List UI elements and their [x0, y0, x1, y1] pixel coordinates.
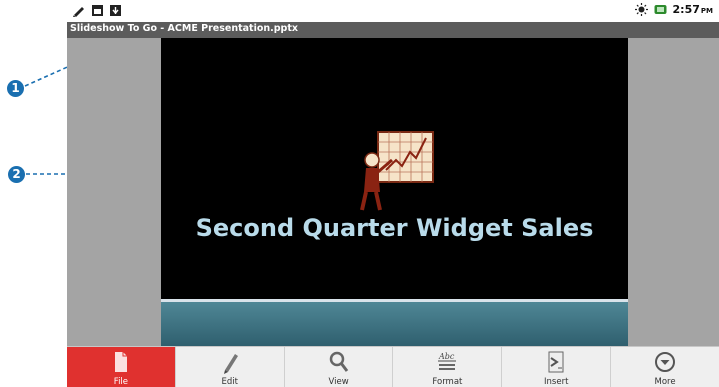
notification-icons — [73, 4, 122, 17]
callout-2: 2 — [8, 166, 25, 183]
more-icon — [655, 352, 676, 372]
toolbar-edit-button[interactable]: Edit — [176, 347, 285, 387]
slide-margin-right — [628, 38, 719, 346]
toolbar-view-label: View — [328, 377, 349, 387]
magnifier-icon — [329, 351, 348, 372]
toolbar-insert-button[interactable]: Insert — [502, 347, 612, 387]
bottom-toolbar: File Edit View Abc Format Insert More — [67, 346, 719, 387]
system-status: 2:57PM — [634, 3, 713, 16]
chart-presenter-clipart — [360, 131, 434, 211]
toolbar-format-button[interactable]: Abc Format — [393, 347, 503, 387]
slide-title: Second Quarter Widget Sales — [195, 214, 594, 242]
clock: 2:57PM — [673, 3, 713, 16]
slide-margin-left — [67, 38, 161, 346]
battery-icon — [654, 5, 667, 14]
svg-text:Abc: Abc — [438, 352, 455, 361]
insert-icon — [548, 351, 564, 373]
toolbar-file-label: File — [113, 377, 129, 387]
format-icon: Abc — [438, 352, 457, 370]
clock-ampm: PM — [700, 7, 713, 15]
document-notification-icon — [92, 5, 103, 16]
toolbar-edit-label: Edit — [221, 377, 238, 387]
toolbar-insert-label: Insert — [544, 377, 569, 387]
usb-notification-icon — [110, 5, 121, 16]
toolbar-more-label: More — [654, 377, 676, 387]
slide-viewport[interactable]: Second Quarter Widget Sales — [67, 38, 719, 346]
device-screen: 2:57PM Slideshow To Go - ACME Presentati… — [67, 0, 719, 387]
pencil-notification-icon — [73, 7, 84, 17]
toolbar-more-button[interactable]: More — [611, 347, 719, 387]
pencil-icon — [223, 354, 238, 374]
toolbar-file-button[interactable]: File — [67, 347, 176, 387]
callout-1: 1 — [7, 80, 24, 97]
app-title: Slideshow To Go - ACME Presentation.pptx — [70, 23, 299, 34]
toolbar-format-label: Format — [432, 377, 463, 387]
clock-time: 2:57 — [672, 3, 700, 16]
toolbar-view-button[interactable]: View — [285, 347, 394, 387]
current-slide[interactable]: Second Quarter Widget Sales — [161, 38, 628, 346]
status-bar: 2:57PM — [67, 0, 719, 22]
slide-footer-band — [161, 302, 628, 346]
brightness-icon — [634, 3, 648, 16]
app-title-bar: Slideshow To Go - ACME Presentation.pptx — [67, 22, 719, 38]
file-icon — [114, 352, 127, 372]
